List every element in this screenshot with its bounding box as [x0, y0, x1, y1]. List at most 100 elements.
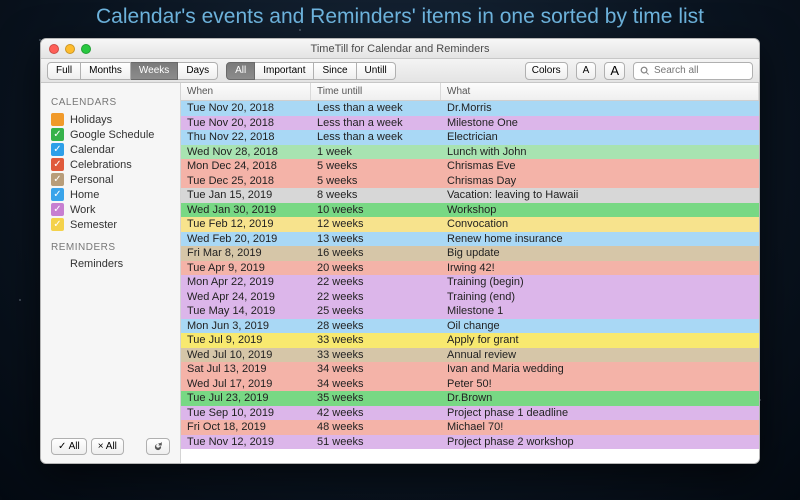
font-larger-button[interactable]: A	[604, 62, 625, 80]
refresh-icon	[153, 442, 163, 452]
sidebar: CALENDARS Holidays✓Google Schedule✓Calen…	[41, 83, 181, 463]
table-row[interactable]: Wed Jul 10, 201933 weeksAnnual review	[181, 348, 759, 363]
table-row[interactable]: Thu Nov 22, 2018Less than a weekElectric…	[181, 130, 759, 145]
table-row[interactable]: Tue Sep 10, 201942 weeksProject phase 1 …	[181, 406, 759, 421]
calendar-checkbox[interactable]: ✓	[51, 143, 64, 156]
uncheck-all-button[interactable]: × All	[91, 438, 124, 455]
table-row[interactable]: Wed Jan 30, 201910 weeksWorkshop	[181, 203, 759, 218]
sidebar-item-label: Google Schedule	[70, 129, 154, 141]
cell-when: Tue Nov 12, 2019	[181, 435, 311, 450]
cell-what: Convocation	[441, 217, 759, 232]
cell-when: Wed Jul 10, 2019	[181, 348, 311, 363]
table-row[interactable]: Wed Jul 17, 201934 weeksPeter 50!	[181, 377, 759, 392]
cell-what: Ivan and Maria wedding	[441, 362, 759, 377]
sidebar-item-personal[interactable]: ✓Personal	[51, 172, 170, 187]
calendar-checkbox[interactable]: ✓	[51, 158, 64, 171]
cell-until: 51 weeks	[311, 435, 441, 450]
cell-what: Vacation: leaving to Hawaii	[441, 188, 759, 203]
cell-when: Wed Apr 24, 2019	[181, 290, 311, 305]
cell-until: 35 weeks	[311, 391, 441, 406]
table-row[interactable]: Wed Feb 20, 201913 weeksRenew home insur…	[181, 232, 759, 247]
cell-until: 25 weeks	[311, 304, 441, 319]
col-until[interactable]: Time untill	[311, 83, 441, 100]
cell-when: Mon Jun 3, 2019	[181, 319, 311, 334]
table-row[interactable]: Tue Nov 20, 2018Less than a weekMileston…	[181, 116, 759, 131]
calendar-checkbox[interactable]	[51, 113, 64, 126]
table-row[interactable]: Mon Dec 24, 20185 weeksChrismas Eve	[181, 159, 759, 174]
table-row[interactable]: Mon Apr 22, 201922 weeksTraining (begin)	[181, 275, 759, 290]
calendar-checkbox[interactable]: ✓	[51, 218, 64, 231]
search-input[interactable]	[654, 65, 744, 76]
calendar-checkbox[interactable]: ✓	[51, 188, 64, 201]
search-field[interactable]	[633, 62, 753, 80]
cell-what: Irwing 42!	[441, 261, 759, 276]
sidebar-item-reminders[interactable]: Reminders	[51, 257, 170, 271]
table-row[interactable]: Tue Nov 20, 2018Less than a weekDr.Morri…	[181, 101, 759, 116]
filter-seg-since[interactable]: Since	[314, 62, 356, 80]
sidebar-item-google-schedule[interactable]: ✓ Google Schedule	[51, 127, 170, 142]
filter-seg-important[interactable]: Important	[255, 62, 314, 80]
view-seg-days[interactable]: Days	[178, 62, 218, 80]
cell-what: Dr.Brown	[441, 391, 759, 406]
close-icon[interactable]	[49, 44, 59, 54]
table-row[interactable]: Tue Apr 9, 201920 weeksIrwing 42!	[181, 261, 759, 276]
font-smaller-button[interactable]: A	[576, 62, 597, 80]
table-row[interactable]: Tue Feb 12, 201912 weeksConvocation	[181, 217, 759, 232]
filter-seg-all[interactable]: All	[226, 62, 255, 80]
calendar-checkbox[interactable]: ✓	[51, 173, 64, 186]
cell-when: Tue Nov 20, 2018	[181, 101, 311, 116]
table-row[interactable]: Wed Apr 24, 201922 weeksTraining (end)	[181, 290, 759, 305]
table-row[interactable]: Fri Mar 8, 201916 weeksBig update	[181, 246, 759, 261]
view-seg-full[interactable]: Full	[47, 62, 81, 80]
cell-what: Lunch with John	[441, 145, 759, 160]
cell-until: 8 weeks	[311, 188, 441, 203]
check-all-button[interactable]: ✓ All	[51, 438, 87, 455]
table-row[interactable]: Tue Jul 9, 201933 weeksApply for grant	[181, 333, 759, 348]
table-row[interactable]: Wed Nov 28, 20181 weekLunch with John	[181, 145, 759, 160]
minimize-icon[interactable]	[65, 44, 75, 54]
table-row[interactable]: Tue May 14, 201925 weeksMilestone 1	[181, 304, 759, 319]
table-row[interactable]: Tue Nov 12, 201951 weeksProject phase 2 …	[181, 435, 759, 450]
table-row[interactable]: Tue Jul 23, 201935 weeksDr.Brown	[181, 391, 759, 406]
table-row[interactable]: Tue Jan 15, 20198 weeksVacation: leaving…	[181, 188, 759, 203]
sidebar-item-calendar[interactable]: ✓Calendar	[51, 142, 170, 157]
table-row[interactable]: Fri Oct 18, 201948 weeksMichael 70!	[181, 420, 759, 435]
view-seg-months[interactable]: Months	[81, 62, 131, 80]
col-when[interactable]: When	[181, 83, 311, 100]
zoom-icon[interactable]	[81, 44, 91, 54]
titlebar[interactable]: TimeTill for Calendar and Reminders	[41, 39, 759, 59]
cell-until: 10 weeks	[311, 203, 441, 218]
refresh-button[interactable]	[146, 438, 170, 455]
cell-what: Electrician	[441, 130, 759, 145]
search-icon	[640, 66, 650, 76]
cell-what: Training (begin)	[441, 275, 759, 290]
cell-when: Fri Oct 18, 2019	[181, 420, 311, 435]
cell-what: Chrismas Eve	[441, 159, 759, 174]
view-seg-weeks[interactable]: Weeks	[131, 62, 178, 80]
colors-button[interactable]: Colors	[525, 62, 568, 80]
col-what[interactable]: What	[441, 83, 759, 100]
calendar-checkbox[interactable]: ✓	[51, 128, 64, 141]
cell-what: Project phase 1 deadline	[441, 406, 759, 421]
table-row[interactable]: Sat Jul 13, 201934 weeksIvan and Maria w…	[181, 362, 759, 377]
cell-what: Milestone One	[441, 116, 759, 131]
sidebar-item-home[interactable]: ✓Home	[51, 187, 170, 202]
sidebar-item-work[interactable]: ✓ Work	[51, 202, 170, 217]
cell-what: Big update	[441, 246, 759, 261]
sidebar-item-label: Holidays	[70, 114, 112, 126]
cell-when: Tue Jul 9, 2019	[181, 333, 311, 348]
cell-until: 5 weeks	[311, 174, 441, 189]
table-row[interactable]: Tue Dec 25, 20185 weeksChrismas Day	[181, 174, 759, 189]
sidebar-item-celebrations[interactable]: ✓Celebrations	[51, 157, 170, 172]
cell-when: Mon Dec 24, 2018	[181, 159, 311, 174]
sidebar-item-semester[interactable]: ✓Semester	[51, 217, 170, 232]
cell-until: 20 weeks	[311, 261, 441, 276]
sidebar-item-label: Work	[70, 204, 95, 216]
cell-what: Annual review	[441, 348, 759, 363]
filter-seg-untill[interactable]: Untill	[357, 62, 396, 80]
calendar-checkbox[interactable]: ✓	[51, 203, 64, 216]
cell-until: 12 weeks	[311, 217, 441, 232]
cell-when: Wed Feb 20, 2019	[181, 232, 311, 247]
sidebar-item-holidays[interactable]: Holidays	[51, 112, 170, 127]
table-row[interactable]: Mon Jun 3, 201928 weeksOil change	[181, 319, 759, 334]
